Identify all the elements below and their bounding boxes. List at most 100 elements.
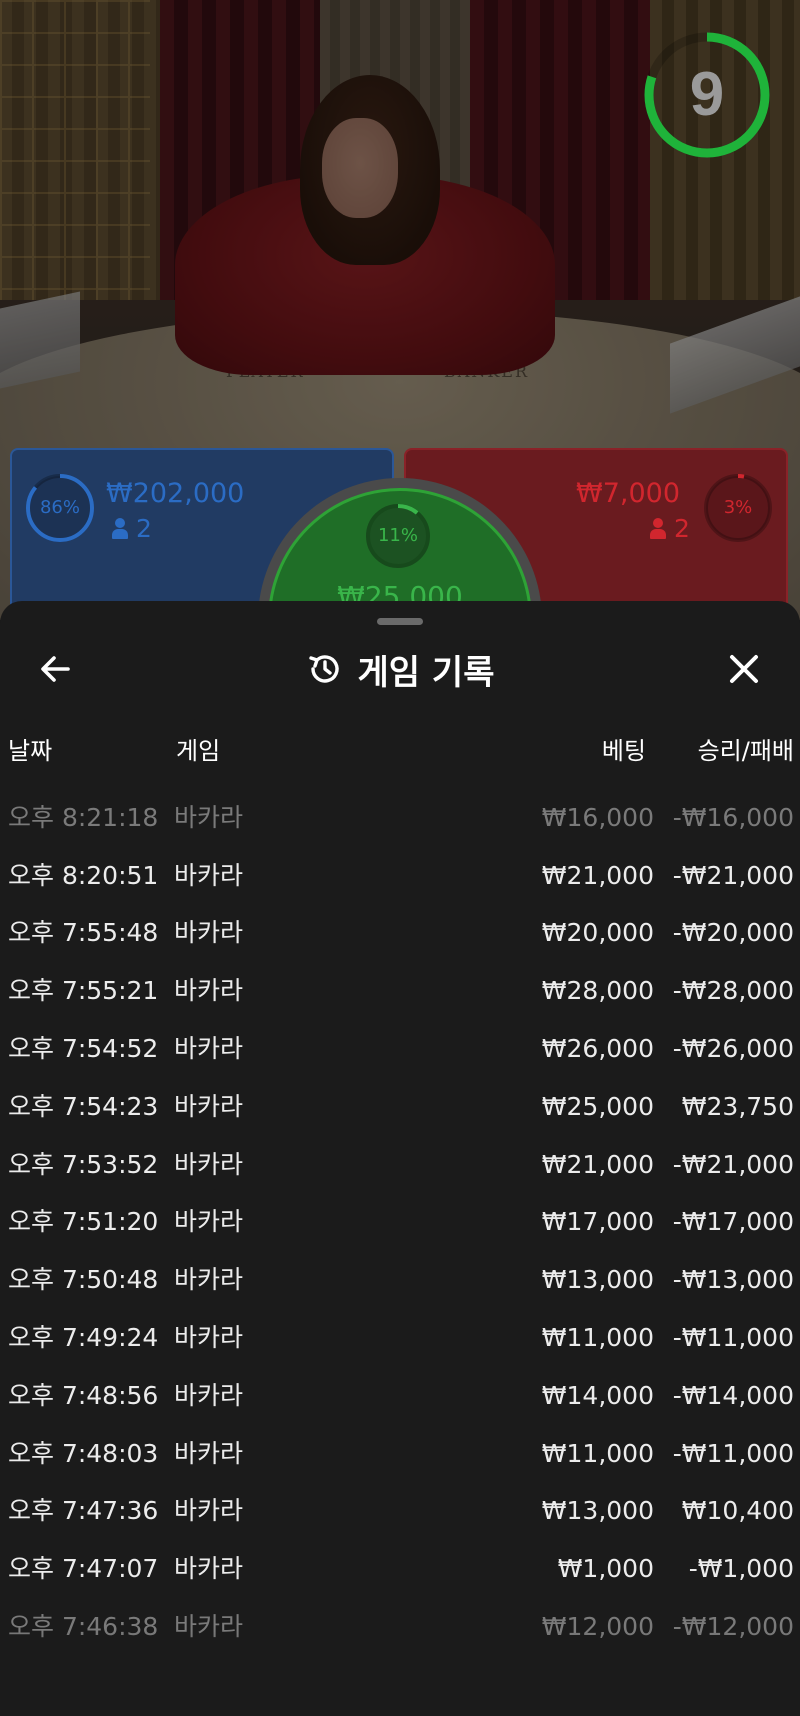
player-percent-ring: 86% — [24, 472, 96, 544]
history-date: 오후 7:49:24 — [8, 1323, 159, 1352]
history-result: -₩21,000 — [672, 1149, 794, 1179]
history-bet: ₩25,000 — [541, 1091, 654, 1121]
close-button[interactable] — [724, 649, 764, 689]
person-icon — [112, 517, 128, 540]
history-row[interactable]: 오후 7:54:52 바카라 ₩26,000 -₩26,000 — [0, 1020, 800, 1078]
tie-percent-ring: 11% — [362, 500, 434, 572]
history-result: -₩14,000 — [672, 1380, 794, 1410]
history-row[interactable]: 오후 7:47:36 바카라 ₩13,000 ₩10,400 — [0, 1482, 800, 1540]
history-date: 오후 7:55:21 — [8, 976, 159, 1006]
history-bet: ₩21,000 — [541, 1149, 654, 1179]
column-date: 날짜 — [8, 737, 53, 765]
history-bet: ₩17,000 — [541, 1207, 654, 1237]
history-result: -₩11,000 — [672, 1438, 794, 1468]
history-row[interactable]: 오후 7:55:21 바카라 ₩28,000 -₩28,000 — [0, 962, 800, 1020]
history-game: 바카라 — [174, 860, 244, 890]
history-game: 바카라 — [174, 1091, 244, 1121]
history-row[interactable]: 오후 8:21:18 바카라 ₩16,000 -₩16,000 — [0, 789, 800, 847]
banker-count: 2 — [650, 514, 690, 543]
history-result: -₩16,000 — [672, 802, 794, 832]
history-row[interactable]: 오후 8:22:05 바카라 ₩16,000 ₩14,200 — [0, 779, 800, 789]
history-date: 오후 7:48:03 — [8, 1438, 159, 1468]
history-row[interactable]: 오후 7:50:48 바카라 ₩13,000 -₩13,000 — [0, 1251, 800, 1309]
history-result: -₩17,000 — [672, 1207, 794, 1237]
history-game: 바카라 — [174, 1207, 244, 1237]
history-bet: ₩13,000 — [541, 1496, 654, 1526]
history-game: 바카라 — [174, 1380, 244, 1410]
history-row[interactable]: 오후 7:54:23 바카라 ₩25,000 ₩23,750 — [0, 1078, 800, 1136]
history-result: -₩28,000 — [672, 976, 794, 1006]
player-amount: ₩202,000 — [106, 478, 245, 509]
history-bet: ₩21,000 — [541, 860, 654, 890]
player-count: 2 — [112, 514, 152, 543]
history-result: -₩21,000 — [672, 860, 794, 890]
history-row[interactable]: 오후 7:46:38 바카라 ₩12,000 -₩12,000 — [0, 1598, 800, 1656]
history-result: ₩10,400 — [681, 1496, 794, 1526]
history-game: 바카라 — [174, 1034, 244, 1063]
close-icon — [730, 655, 758, 683]
history-date: 오후 7:48:56 — [8, 1380, 159, 1410]
history-result: -₩13,000 — [672, 1265, 794, 1295]
history-icon — [308, 655, 339, 683]
history-row[interactable]: 오후 7:55:48 바카라 ₩20,000 -₩20,000 — [0, 904, 800, 962]
history-date: 오후 7:53:52 — [8, 1149, 159, 1179]
banker-percent-ring: 3% — [702, 472, 774, 544]
banker-amount: ₩7,000 — [576, 478, 680, 509]
history-bet: ₩14,000 — [541, 1380, 654, 1410]
history-date: 오후 7:50:48 — [8, 1265, 159, 1295]
history-game: 바카라 — [174, 802, 244, 832]
history-game: 바카라 — [174, 1438, 244, 1468]
history-row[interactable]: 오후 7:48:03 바카라 ₩11,000 -₩11,000 — [0, 1425, 800, 1483]
sheet-header: 게임 기록 — [0, 641, 800, 697]
history-game: 바카라 — [174, 918, 244, 948]
sheet-title: 게임 기록 — [357, 652, 495, 693]
history-bet: ₩12,000 — [541, 1612, 654, 1641]
history-row[interactable]: 오후 7:51:20 바카라 ₩17,000 -₩17,000 — [0, 1193, 800, 1251]
history-row[interactable]: 오후 7:53:52 바카라 ₩21,000 -₩21,000 — [0, 1136, 800, 1194]
history-date: 오후 7:47:36 — [8, 1496, 159, 1526]
history-game: 바카라 — [174, 1612, 244, 1641]
history-game: 바카라 — [174, 1149, 244, 1179]
history-list[interactable]: 오후 8:22:05 바카라 ₩16,000 ₩14,200 오후 8:21:18 바카라… — [0, 779, 800, 1669]
history-result: -₩20,000 — [672, 918, 794, 948]
history-row[interactable]: 오후 7:47:07 바카라 ₩1,000 -₩1,000 — [0, 1540, 800, 1598]
column-bet: 베팅 — [601, 737, 646, 765]
banker-count-value: 2 — [674, 514, 690, 543]
history-bet: ₩28,000 — [541, 976, 654, 1006]
history-row[interactable]: 오후 7:48:56 바카라 ₩14,000 -₩14,000 — [0, 1367, 800, 1425]
history-bet: ₩16,000 — [542, 779, 654, 789]
countdown-timer: 9 — [642, 30, 772, 160]
player-count-value: 2 — [136, 514, 152, 543]
history-game: 바카라 — [174, 1323, 244, 1352]
history-date: 오후 7:54:52 — [8, 1034, 159, 1063]
banker-percent: 3% — [723, 497, 753, 518]
history-bet: ₩26,000 — [541, 1034, 654, 1063]
history-result: -₩11,000 — [672, 1323, 794, 1352]
history-date: 오후 8:20:51 — [8, 860, 159, 890]
history-game: 바카라 — [174, 1554, 244, 1584]
history-bet: ₩1,000 — [557, 1554, 654, 1584]
history-date: 오후 8:22:05 — [8, 779, 158, 789]
history-date: 오후 7:46:38 — [8, 1612, 159, 1641]
history-game: 바카라 — [174, 779, 243, 789]
history-result: ₩14,200 — [682, 779, 794, 789]
sheet-drag-handle[interactable] — [377, 618, 423, 625]
history-game: 바카라 — [174, 1265, 244, 1295]
person-icon — [650, 517, 666, 540]
player-percent: 86% — [39, 497, 80, 518]
tie-percent: 11% — [377, 525, 418, 546]
history-row[interactable]: 오후 8:20:51 바카라 ₩21,000 -₩21,000 — [0, 847, 800, 905]
history-date: 오후 7:55:48 — [8, 918, 159, 948]
history-bet: ₩16,000 — [541, 802, 654, 832]
timer-value: 9 — [689, 60, 725, 129]
history-game: 바카라 — [174, 1496, 244, 1526]
history-date: 오후 7:47:07 — [8, 1554, 159, 1584]
history-result: -₩1,000 — [688, 1554, 794, 1584]
history-row[interactable]: 오후 7:49:24 바카라 ₩11,000 -₩11,000 — [0, 1309, 800, 1367]
history-bet: ₩11,000 — [541, 1438, 654, 1468]
column-result: 승리/패배 — [697, 737, 794, 765]
history-game: 바카라 — [174, 976, 244, 1006]
history-bet: ₩20,000 — [541, 918, 654, 948]
history-column-headers: 날짜 게임 베팅 승리/패배 — [0, 731, 800, 767]
history-date: 오후 7:54:23 — [8, 1091, 159, 1121]
